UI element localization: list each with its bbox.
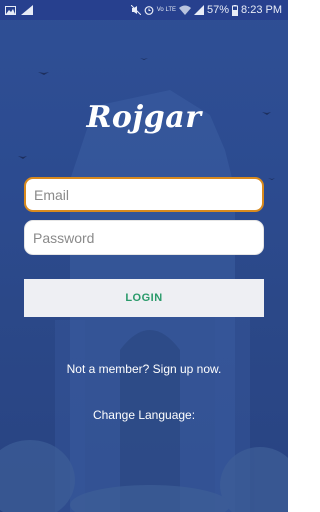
password-field[interactable]: Password (24, 220, 264, 255)
gallery-notification-icon (5, 5, 16, 15)
battery-percent: 57% (207, 4, 230, 16)
status-bar: Vo LTE 57% 8:23 PM (0, 0, 288, 20)
clock: 8:23 PM (241, 4, 282, 16)
volte-indicator: Vo LTE (156, 7, 176, 13)
battery-icon (232, 4, 239, 16)
signal-icon (194, 5, 204, 15)
mute-icon (130, 5, 141, 15)
background-image (0, 58, 288, 512)
email-placeholder: Email (34, 186, 70, 203)
alarm-icon (144, 6, 154, 15)
login-screen: Vo LTE 57% 8:23 PM Rojgar Email Password… (0, 0, 288, 512)
change-language-label[interactable]: Change Language: (0, 408, 288, 422)
password-placeholder: Password (33, 229, 95, 246)
upload-notification-icon (21, 5, 33, 15)
app-logo: Rojgar (86, 100, 202, 135)
email-field[interactable]: Email (24, 177, 264, 212)
login-button[interactable]: LOGIN (24, 279, 264, 317)
signup-link[interactable]: Not a member? Sign up now. (0, 362, 288, 376)
wifi-icon (179, 5, 191, 15)
